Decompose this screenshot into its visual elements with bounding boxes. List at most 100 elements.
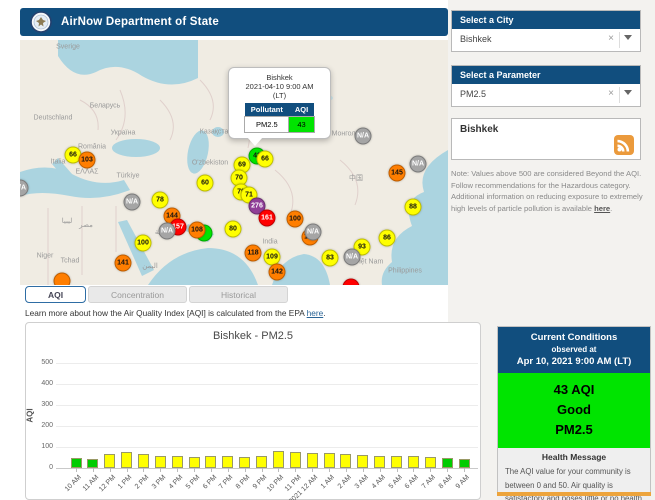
map-marker-na[interactable]: N/A (344, 249, 361, 266)
popup-datetime: 2021-04-10 9:00 AM (229, 82, 330, 91)
chart-bar[interactable] (290, 452, 301, 468)
map-marker[interactable]: 80 (225, 221, 242, 238)
map-marker[interactable]: 108 (189, 222, 206, 239)
map-marker[interactable]: 161 (259, 210, 276, 227)
chart-title: Bishkek - PM2.5 (26, 330, 480, 342)
tab-historical[interactable]: Historical (189, 286, 288, 303)
chart-bar[interactable] (172, 456, 183, 468)
aqi-world-map[interactable]: SverigeБеларусьDeutschlandУкраїнаRomânia… (20, 40, 448, 285)
cc-aqi-value: 43 AQI (498, 380, 650, 400)
map-marker[interactable]: 141 (115, 255, 132, 272)
learn-more-here-link[interactable]: here (307, 308, 324, 318)
note-suffix: . (610, 204, 612, 213)
map-marker[interactable]: 66 (257, 151, 274, 168)
parameter-dropdown[interactable]: PM2.5 × (452, 84, 640, 106)
tab-concentration[interactable]: Concentration (88, 286, 187, 303)
chart-gridline (56, 468, 478, 469)
popup-col-aqi: AQI (289, 103, 314, 117)
map-place-label: Türkiye (117, 173, 140, 180)
chart-bar[interactable] (324, 453, 335, 468)
chart-x-tick (312, 468, 313, 472)
map-marker-na[interactable]: N/A (305, 224, 322, 241)
map-marker[interactable]: 145 (389, 165, 406, 182)
popup-aqi-value: 43 (289, 117, 314, 133)
cc-parameter: PM2.5 (498, 420, 650, 440)
chart-bar[interactable] (71, 458, 82, 468)
cc-aqi-block: 43 AQI Good PM2.5 (498, 373, 650, 448)
chart-x-tick-label: 4 PM (168, 474, 185, 491)
chart-bar[interactable] (425, 457, 436, 468)
chart-bar[interactable] (155, 456, 166, 468)
beyond-aqi-note: Note: Values above 500 are considered Be… (451, 168, 645, 214)
map-marker[interactable]: 86 (379, 230, 396, 247)
map-marker[interactable]: 78 (152, 192, 169, 209)
map-marker[interactable]: 142 (269, 264, 286, 281)
chart-bar[interactable] (87, 459, 98, 468)
map-place-label: Italia (51, 159, 66, 166)
chart-bar[interactable] (459, 459, 470, 468)
select-city-panel: Select a City Bishkek × (451, 10, 641, 52)
chart-x-tick (413, 468, 414, 472)
chart-bar[interactable] (205, 456, 216, 468)
current-conditions-header: Current Conditions observed at Apr 10, 2… (498, 327, 650, 373)
map-marker[interactable]: 88 (405, 199, 422, 216)
chart-bar[interactable] (340, 454, 351, 468)
map-marker-na[interactable]: N/A (355, 128, 372, 145)
chart-bar[interactable] (357, 455, 368, 468)
map-marker-na[interactable]: N/A (410, 156, 427, 173)
chart-bar[interactable] (307, 453, 318, 468)
chart-x-tick (160, 468, 161, 472)
chart-bar[interactable] (138, 454, 149, 468)
city-dropdown[interactable]: Bishkek × (452, 29, 640, 51)
chart-x-tick (143, 468, 144, 472)
chevron-down-icon[interactable] (624, 90, 632, 99)
chart-x-tick-label: 2 AM (337, 474, 353, 490)
learn-more-text: Learn more about how the Air Quality Ind… (25, 308, 307, 318)
chart-bar[interactable] (374, 456, 385, 468)
cc-datetime: Apr 10, 2021 9:00 AM (LT) (500, 355, 648, 368)
rss-icon[interactable] (614, 135, 634, 155)
map-place-label: اليمن (142, 262, 158, 270)
map-marker[interactable]: 100 (135, 235, 152, 252)
chart-y-axis-label: AQI (26, 408, 35, 422)
note-here-link[interactable]: here (594, 204, 610, 213)
chart-bar[interactable] (121, 452, 132, 468)
aqi-bar-chart: Bishkek - PM2.5 AQI 010020030040050010 A… (25, 322, 481, 500)
map-marker[interactable]: 100 (287, 211, 304, 228)
map-place-label: Україна (111, 130, 136, 137)
chart-y-tick-label: 200 (26, 422, 53, 429)
chevron-down-icon[interactable] (624, 35, 632, 44)
chart-bar[interactable] (442, 458, 453, 468)
chart-bar[interactable] (408, 456, 419, 468)
cc-aqi-category: Good (498, 400, 650, 420)
map-marker[interactable]: 103 (79, 152, 96, 169)
chart-x-tick (295, 468, 296, 472)
city-clear-icon[interactable]: × (608, 33, 614, 44)
chart-bar[interactable] (273, 451, 284, 468)
chart-bar[interactable] (104, 454, 115, 468)
map-marker-na[interactable]: N/A (124, 194, 141, 211)
chart-bar[interactable] (222, 456, 233, 468)
map-place-label: 中国 (349, 173, 363, 183)
map-place-label: India (262, 239, 277, 246)
map-marker[interactable]: 118 (245, 245, 262, 262)
chart-bar[interactable] (239, 457, 250, 468)
chart-x-tick (380, 468, 381, 472)
chart-x-tick-label: 11 AM (81, 474, 100, 493)
learn-more-suffix: . (323, 308, 325, 318)
parameter-clear-icon[interactable]: × (608, 88, 614, 99)
map-place-label: Niger (37, 253, 54, 260)
chart-x-tick (363, 468, 364, 472)
map-marker[interactable]: 83 (322, 250, 339, 267)
chart-bar[interactable] (391, 456, 402, 468)
chart-x-tick-label: 6 AM (404, 474, 420, 490)
map-place-label: Беларусь (90, 103, 121, 110)
tab-aqi[interactable]: AQI (25, 286, 86, 303)
map-marker-na[interactable]: N/A (159, 223, 176, 240)
chart-bar[interactable] (256, 456, 267, 468)
chart-x-tick (211, 468, 212, 472)
map-marker[interactable] (54, 273, 71, 286)
map-marker[interactable]: 60 (197, 175, 214, 192)
cc-title: Current Conditions (500, 331, 648, 344)
chart-bar[interactable] (189, 457, 200, 468)
